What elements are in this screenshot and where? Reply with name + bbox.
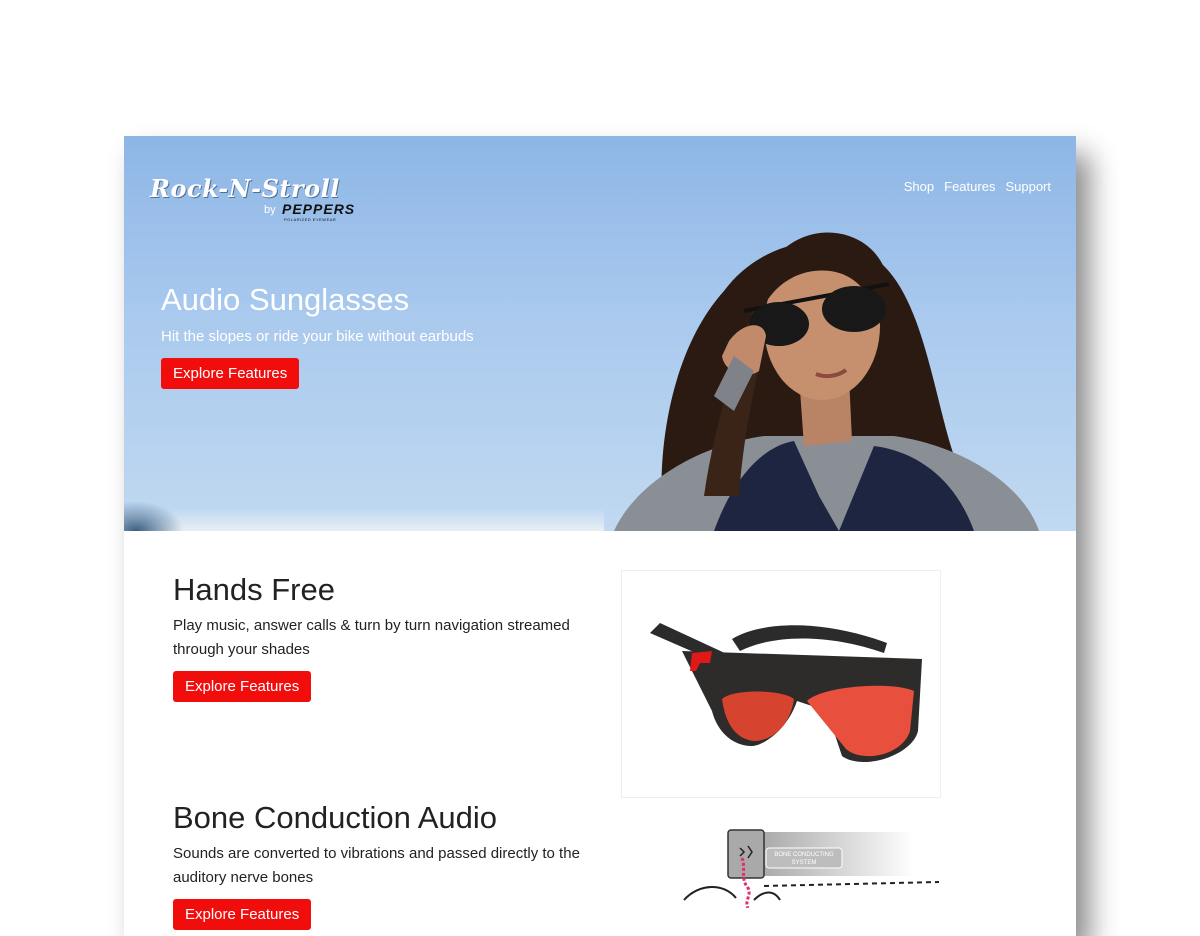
feature-desc-bone-conduction: Sounds are converted to vibrations and p…: [173, 845, 580, 886]
hero-woman-photo: [614, 232, 1039, 531]
brand-maker-tagline: POLARIZED EYEWEAR: [284, 217, 337, 222]
brand-logo[interactable]: Rock-N-Stroll by PEPPERS POLARIZED EYEWE…: [150, 174, 370, 224]
brand-name: Rock-N-Stroll: [150, 174, 340, 203]
feature-desc-hands-free: Play music, answer calls & turn by turn …: [173, 617, 570, 658]
nav-item-shop[interactable]: Shop: [904, 179, 934, 194]
hero-title: Audio Sunglasses: [161, 282, 410, 317]
hero-snow-ground: [124, 509, 604, 531]
hands-free-explore-features-button[interactable]: Explore Features: [173, 671, 312, 702]
browser-page: Rock-N-Stroll by PEPPERS POLARIZED EYEWE…: [124, 136, 1076, 936]
nav-item-support[interactable]: Support: [1005, 179, 1051, 194]
hero-explore-features-button[interactable]: Explore Features: [161, 358, 300, 389]
product-image-sunglasses: [621, 570, 941, 798]
brand-by: by: [264, 204, 276, 216]
top-nav: Shop Features Support: [904, 179, 1051, 194]
diagram-label-line2: SYSTEM: [792, 860, 817, 866]
bone-conduction-explore-features-button[interactable]: Explore Features: [173, 899, 312, 930]
brand-maker: PEPPERS: [282, 201, 356, 217]
diagram-label-line1: BONE CONDUCTING: [774, 852, 834, 858]
sunglasses-icon: [650, 623, 922, 762]
bone-conduction-diagram-graphic: BONE CONDUCTING SYSTEM: [683, 829, 940, 909]
hero-banner: Rock-N-Stroll by PEPPERS POLARIZED EYEWE…: [124, 136, 1076, 531]
feature-title-bone-conduction: Bone Conduction Audio: [173, 800, 498, 835]
feature-title-hands-free: Hands Free: [173, 572, 335, 607]
hero-trees: [124, 501, 184, 531]
nav-item-features[interactable]: Features: [944, 179, 995, 194]
bone-conduction-diagram: BONE CONDUCTING SYSTEM: [644, 828, 944, 909]
hero-subtitle: Hit the slopes or ride your bike without…: [161, 328, 474, 345]
